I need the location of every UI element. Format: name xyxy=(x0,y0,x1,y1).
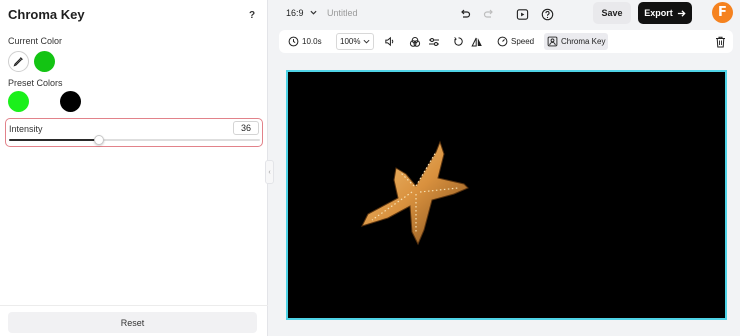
current-color-swatch[interactable] xyxy=(34,51,55,72)
chroma-key-tool-button[interactable]: Chroma Key xyxy=(544,33,609,50)
preset-colors-label: Preset Colors xyxy=(8,78,63,88)
clock-icon xyxy=(288,36,299,47)
intensity-value-input[interactable]: 36 xyxy=(233,121,259,135)
zoom-value: 100% xyxy=(340,37,361,46)
undo-icon xyxy=(461,9,471,18)
reset-button[interactable]: Reset xyxy=(8,312,257,333)
flip-icon xyxy=(471,37,482,46)
flip-button[interactable] xyxy=(471,33,483,50)
intensity-control: Intensity 36 xyxy=(5,118,263,147)
project-title[interactable]: Untitled xyxy=(327,8,358,18)
delete-button[interactable] xyxy=(715,33,726,50)
export-label: Export xyxy=(644,8,673,18)
volume-button[interactable] xyxy=(384,33,395,50)
preview-button[interactable] xyxy=(514,6,530,22)
save-button[interactable]: Save xyxy=(593,2,631,24)
preset-color-green[interactable] xyxy=(8,91,29,112)
panel-title: Chroma Key xyxy=(8,7,85,22)
speed-button[interactable]: Speed xyxy=(497,33,534,50)
rotate-icon xyxy=(454,37,463,46)
current-color-label: Current Color xyxy=(8,36,63,46)
eyedropper-icon xyxy=(13,57,23,67)
aspect-ratio-value: 16:9 xyxy=(286,8,304,18)
adjust-button[interactable] xyxy=(428,33,440,50)
color-circles-icon xyxy=(409,36,421,47)
chevron-down-icon xyxy=(363,39,370,44)
trash-icon xyxy=(716,36,725,47)
preview-canvas[interactable] xyxy=(286,70,727,320)
aspect-ratio-select[interactable]: 16:9 xyxy=(286,8,317,18)
chevron-left-icon: ‹ xyxy=(268,168,271,176)
export-button[interactable]: Export xyxy=(638,2,692,24)
rotate-button[interactable] xyxy=(453,33,464,50)
preset-color-black[interactable] xyxy=(60,91,81,112)
intensity-label: Intensity xyxy=(9,124,43,134)
question-circle-icon xyxy=(541,8,553,20)
collapse-panel-handle[interactable]: ‹ xyxy=(265,160,274,184)
panel-divider xyxy=(0,305,268,306)
editing-toolbar: 10.0s 100% Speed Chroma Key xyxy=(279,30,733,53)
duration-value: 10.0s xyxy=(302,37,322,46)
intensity-slider-thumb[interactable] xyxy=(94,135,105,145)
arrow-right-icon xyxy=(677,9,686,17)
redo-button[interactable] xyxy=(481,6,497,22)
speed-label: Speed xyxy=(511,37,535,46)
sliders-icon xyxy=(429,37,439,46)
preset-color-white[interactable] xyxy=(34,91,55,112)
chroma-key-label: Chroma Key xyxy=(561,37,606,46)
redo-icon xyxy=(483,9,493,18)
intensity-slider[interactable] xyxy=(9,135,260,145)
chroma-key-icon xyxy=(547,36,558,47)
eyedropper-button[interactable] xyxy=(8,51,29,72)
help-center-button[interactable] xyxy=(539,6,555,22)
starfish-image xyxy=(361,140,469,246)
filters-button[interactable] xyxy=(409,33,421,50)
preview-icon xyxy=(516,8,528,20)
intensity-slider-fill xyxy=(9,139,100,141)
help-button[interactable]: ? xyxy=(244,7,260,23)
zoom-select[interactable]: 100% xyxy=(336,33,375,50)
speaker-icon xyxy=(385,36,394,47)
speedometer-icon xyxy=(497,36,508,47)
duration-button[interactable]: 10.0s xyxy=(288,33,322,50)
top-bar: 16:9 Untitled Save Export F xyxy=(269,0,740,28)
undo-button[interactable] xyxy=(457,6,473,22)
chevron-down-icon xyxy=(310,10,317,15)
brand-logo: F xyxy=(712,2,733,23)
chroma-key-panel: Chroma Key ? Current Color Preset Colors… xyxy=(0,0,268,336)
